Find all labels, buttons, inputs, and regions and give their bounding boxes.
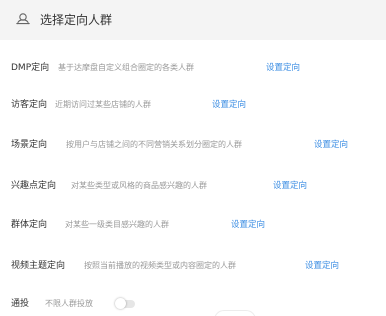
rule-row-video: 视频主题定向 按照当前播放的视频类型或内容圈定的人群 设置定向 — [0, 256, 386, 276]
rule-description: 按用户与店铺之间的不同营销关系划分圈定的人群 — [66, 140, 242, 149]
general-description: 不限人群投放 — [45, 299, 93, 308]
rule-label: 兴趣点定向 — [11, 181, 57, 191]
rule-description: 近期访问过某些店铺的人群 — [55, 100, 151, 109]
general-delivery-row: 通投 不限人群投放 — [0, 294, 386, 314]
rule-row-group: 群体定向 对某些一级类目感兴趣的人群 设置定向 — [0, 215, 386, 235]
panel-header: 选择定向人群 — [0, 0, 386, 40]
rule-description: 对某些类型或风格的商品感兴趣的人群 — [71, 181, 207, 190]
toggle-knob — [115, 298, 126, 309]
general-label: 通投 — [11, 299, 30, 309]
bottom-decoration — [214, 310, 256, 316]
rule-description: 对某些一级类目感兴趣的人群 — [65, 220, 169, 229]
rule-label: 群体定向 — [11, 220, 48, 230]
crowd-targeting-panel: 选择定向人群 DMP定向 基于达摩盘自定义组合圈定的各类人群 设置定向 访客定向… — [0, 0, 386, 316]
set-targeting-link-video[interactable]: 设置定向 — [305, 259, 339, 273]
rule-description: 基于达摩盘自定义组合圈定的各类人群 — [58, 63, 194, 72]
rule-row-dmp: DMP定向 基于达摩盘自定义组合圈定的各类人群 设置定向 — [0, 58, 386, 78]
general-delivery-toggle[interactable] — [115, 298, 135, 309]
rule-label: 场景定向 — [11, 140, 48, 150]
set-targeting-link-visitor[interactable]: 设置定向 — [212, 98, 246, 112]
set-targeting-link-interest[interactable]: 设置定向 — [273, 179, 307, 193]
rule-description: 按照当前播放的视频类型或内容圈定的人群 — [84, 261, 236, 270]
rule-row-visitor: 访客定向 近期访问过某些店铺的人群 设置定向 — [0, 95, 386, 115]
rule-label: 视频主题定向 — [11, 261, 66, 271]
crowd-icon — [14, 10, 32, 28]
set-targeting-link-group[interactable]: 设置定向 — [231, 218, 265, 232]
rule-label: DMP定向 — [11, 63, 50, 73]
panel-title: 选择定向人群 — [40, 13, 113, 27]
set-targeting-link-dmp[interactable]: 设置定向 — [266, 61, 300, 75]
rule-row-scene: 场景定向 按用户与店铺之间的不同营销关系划分圈定的人群 设置定向 — [0, 135, 386, 155]
set-targeting-link-scene[interactable]: 设置定向 — [314, 138, 348, 152]
rule-label: 访客定向 — [11, 100, 48, 110]
rule-row-interest: 兴趣点定向 对某些类型或风格的商品感兴趣的人群 设置定向 — [0, 176, 386, 196]
